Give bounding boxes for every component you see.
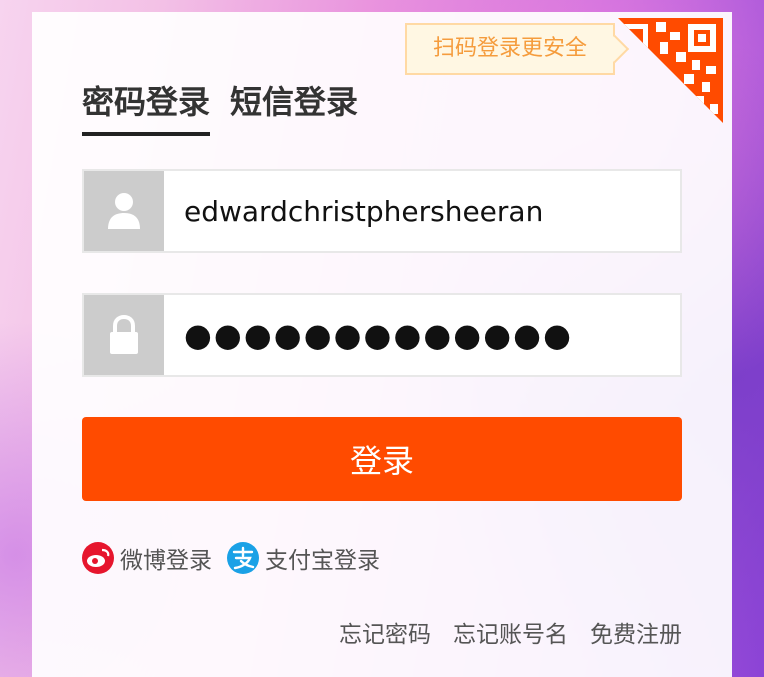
- lock-icon: [84, 295, 164, 375]
- weibo-login-label: 微博登录: [120, 548, 212, 574]
- alipay-login-link[interactable]: 支付宝登录: [227, 540, 380, 576]
- alipay-login-label: 支付宝登录: [265, 548, 380, 574]
- password-field: [82, 293, 682, 377]
- qr-code-corner-icon[interactable]: [618, 18, 723, 123]
- login-button[interactable]: 登录: [82, 417, 682, 501]
- forgot-account-link[interactable]: 忘记账号名: [453, 615, 568, 649]
- login-panel: 扫码登录更安全 密码登录 短信登录 edwardchristphersheera…: [32, 12, 732, 677]
- username-input[interactable]: [184, 171, 674, 251]
- qr-login-tip-label: 扫码登录更安全: [432, 36, 587, 61]
- active-tab-indicator: [82, 132, 210, 136]
- username-field: [82, 169, 682, 253]
- alipay-icon: [227, 542, 259, 574]
- register-link[interactable]: 免费注册: [590, 615, 682, 649]
- forgot-password-link[interactable]: 忘记密码: [339, 615, 431, 649]
- tab-password-login[interactable]: 密码登录: [82, 80, 210, 124]
- tab-sms-login[interactable]: 短信登录: [230, 80, 358, 124]
- user-icon: [84, 171, 164, 251]
- footer-links: 忘记密码 忘记账号名 免费注册: [339, 615, 682, 649]
- weibo-login-link[interactable]: 微博登录: [82, 540, 212, 576]
- qr-login-tip[interactable]: 扫码登录更安全: [405, 23, 615, 75]
- weibo-icon: [82, 542, 114, 574]
- password-input[interactable]: [184, 295, 674, 375]
